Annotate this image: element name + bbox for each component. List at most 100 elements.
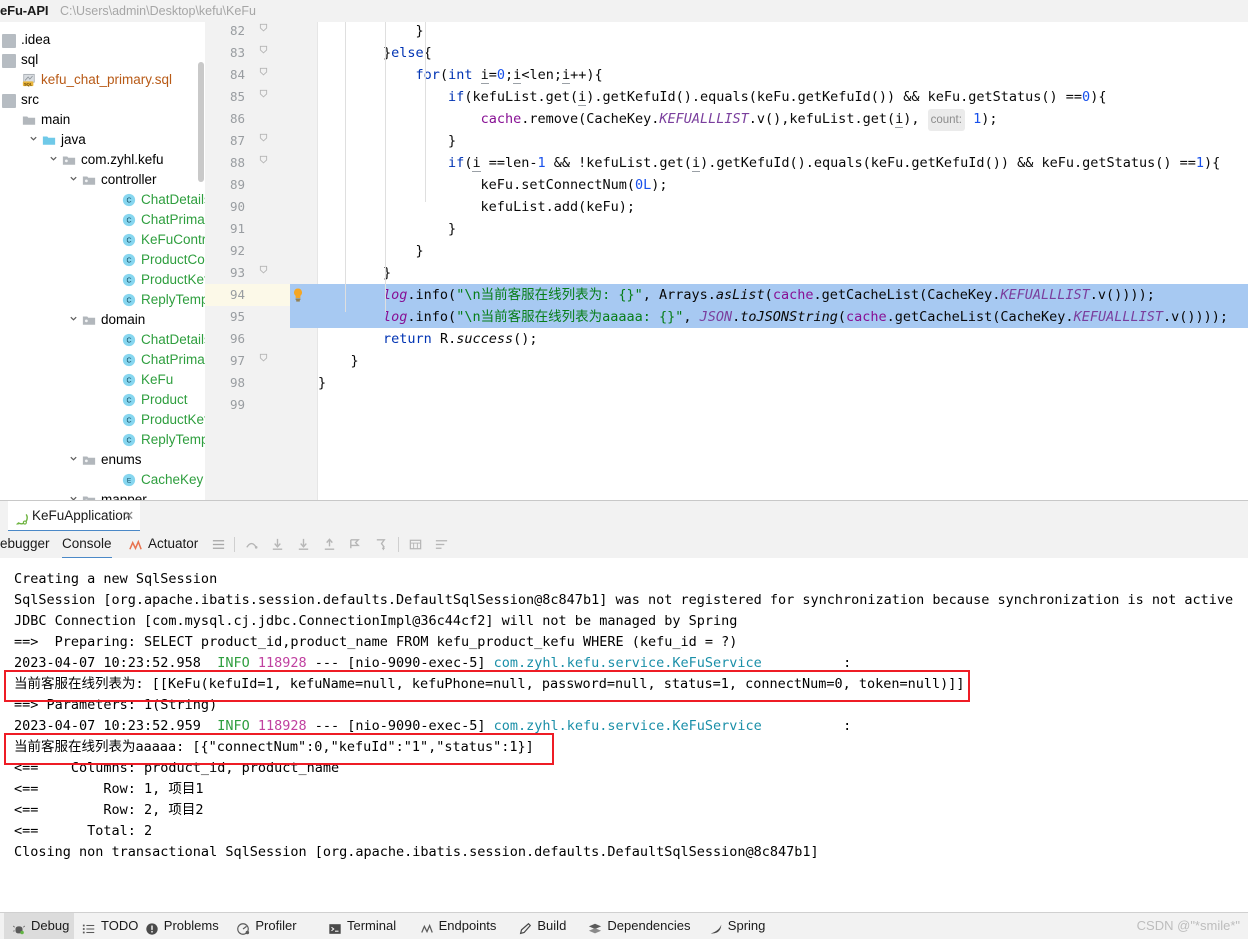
status-bar-item-todo[interactable]: TODO [74, 913, 139, 939]
tree-item-com-zyhl-kefu[interactable]: com.zyhl.kefu [0, 150, 205, 170]
tree-item-controller[interactable]: controller [0, 170, 205, 190]
svg-text:C: C [126, 378, 131, 385]
tree-item-main[interactable]: main [0, 110, 205, 130]
step-into-icon[interactable] [270, 537, 285, 552]
tree-item-productcontroller[interactable]: C ProductController [0, 250, 205, 270]
code-line[interactable]: keFu.setConnectNum(0L); [318, 174, 668, 196]
tree-item-productkefu[interactable]: C ProductKefu [0, 410, 205, 430]
tree-item-kefu-chat-primary-sql[interactable]: SQL kefu_chat_primary.sql [0, 70, 205, 90]
tree-item-kefu[interactable]: C KeFu [0, 370, 205, 390]
tree-item-chatdetailscontroller[interactable]: C ChatDetailsController [0, 190, 205, 210]
code-line[interactable]: kefuList.add(keFu); [318, 196, 635, 218]
chevron-down-icon[interactable] [68, 310, 79, 330]
code-line[interactable]: log.info("\n当前客服在线列表为: {}", Arrays.asLis… [318, 284, 1155, 306]
toolbar-separator-2 [398, 537, 399, 552]
fold-marker-icon[interactable] [257, 262, 269, 284]
project-tree[interactable]: mapper E CacheKey enums C ReplyTemplate C Produ… [0, 22, 205, 500]
fold-marker-icon[interactable] [257, 22, 269, 42]
class-icon: C [122, 233, 136, 247]
code-line[interactable]: } [318, 218, 456, 240]
tree-item-replytemplate[interactable]: C ReplyTemplate [0, 430, 205, 450]
chevron-down-icon[interactable] [68, 490, 79, 500]
fold-marker-icon[interactable] [257, 130, 269, 152]
chevron-down-icon[interactable] [68, 170, 79, 190]
code-line[interactable]: log.info("\n当前客服在线列表为aaaaa: {}", JSON.to… [318, 306, 1228, 328]
tree-item-label: ProductKefuController [141, 272, 205, 287]
status-bar-item-debug[interactable]: Debug [4, 913, 74, 939]
close-icon[interactable]: ✕ [123, 501, 134, 530]
tree-item-product[interactable]: C Product [0, 390, 205, 410]
status-bar-item-profiler[interactable]: Profiler [228, 913, 320, 939]
force-step-into-icon[interactable] [296, 537, 311, 552]
debug-icon [12, 919, 26, 935]
chevron-down-icon[interactable] [48, 150, 59, 170]
code-line[interactable]: if(kefuList.get(i).getKefuId().equals(ke… [318, 86, 1106, 108]
drop-frame-icon[interactable] [374, 537, 389, 552]
status-bar-item-dependencies[interactable]: Dependencies [580, 913, 700, 939]
indent-guide [385, 22, 386, 312]
tree-item-domain[interactable]: domain [0, 310, 205, 330]
tree-item-chatprimary[interactable]: C ChatPrimary [0, 350, 205, 370]
fold-marker-icon[interactable] [257, 152, 269, 174]
fold-marker-icon[interactable] [257, 42, 269, 64]
tree-item-label: src [21, 92, 39, 107]
run-tab-kefuapplication[interactable]: KeFuApplication ✕ [8, 501, 141, 532]
menu-icon[interactable] [211, 537, 226, 552]
code-line[interactable]: } [318, 262, 391, 284]
tree-item-cachekey[interactable]: E CacheKey [0, 470, 205, 490]
tree-item-enums[interactable]: enums [0, 450, 205, 470]
status-bar-item-terminal[interactable]: Terminal [320, 913, 412, 939]
code-line[interactable]: }else{ [318, 42, 432, 64]
tree-item-src[interactable]: src [0, 90, 205, 110]
fold-marker-icon[interactable] [257, 86, 269, 108]
status-bar-item-label: TODO [101, 918, 139, 933]
chevron-down-icon[interactable] [68, 450, 79, 470]
tree-item-sql[interactable]: sql [0, 50, 205, 70]
fold-marker-icon[interactable] [257, 64, 269, 86]
tree-item-replytemplatecontroller[interactable]: C ReplyTemplateController [0, 290, 205, 310]
status-bar-item-endpoints[interactable]: Endpoints [412, 913, 511, 939]
tree-item-kefucontroller[interactable]: C KeFuController [0, 230, 205, 250]
tree-item-mapper[interactable]: mapper [0, 490, 205, 500]
tree-item-chatprimarycontroller[interactable]: C ChatPrimaryController [0, 210, 205, 230]
tree-item-label: ChatDetailsController [141, 192, 205, 207]
run-to-cursor-icon[interactable] [348, 537, 363, 552]
intention-bulb-icon[interactable] [290, 287, 306, 303]
tab-console[interactable]: Console [62, 531, 112, 559]
class-icon: C [122, 193, 136, 207]
tab-debugger[interactable]: ebugger [0, 531, 50, 557]
fold-marker-icon[interactable] [257, 350, 269, 372]
line-number: 96 [229, 331, 245, 346]
tree-item-chatdetails[interactable]: C ChatDetails [0, 330, 205, 350]
settings-icon[interactable] [434, 537, 449, 552]
code-line[interactable]: } [318, 130, 456, 152]
tab-actuator[interactable]: Actuator [128, 531, 198, 557]
package-icon [82, 313, 96, 327]
tree-scrollbar[interactable] [198, 62, 204, 182]
code-line[interactable]: return R.success(); [318, 328, 537, 350]
spring-boot-icon [14, 508, 29, 525]
chevron-down-icon[interactable] [28, 130, 39, 150]
step-out-icon[interactable] [322, 537, 337, 552]
status-bar-item-problems[interactable]: Problems [137, 913, 229, 939]
code-editor[interactable]: 82 } 83 }else{84 for(int i=0;i<len;i++){8… [205, 22, 1248, 500]
step-over-icon[interactable] [244, 537, 259, 552]
evaluate-expression-icon[interactable] [408, 537, 423, 552]
status-bar-item-spring[interactable]: Spring [701, 913, 778, 939]
code-line[interactable]: for(int i=0;i<len;i++){ [318, 64, 603, 86]
line-number: 95 [229, 309, 245, 324]
tree-item--idea[interactable]: .idea [0, 30, 205, 50]
console-output[interactable]: Creating a new SqlSession SqlSession [org… [0, 558, 1248, 910]
status-bar-item-build[interactable]: Build [510, 913, 580, 939]
tree-item-productkefucontroller[interactable]: C ProductKefuController [0, 270, 205, 290]
tree-item-java[interactable]: java [0, 130, 205, 150]
console-line: <== Row: 2, 项目2 [14, 800, 204, 821]
code-line[interactable]: if(i ==len-1 && !kefuList.get(i).getKefu… [318, 152, 1220, 174]
code-line[interactable]: cache.remove(CacheKey.KEFUALLLIST.v(),ke… [318, 108, 998, 131]
code-line[interactable]: } [318, 240, 424, 262]
code-line[interactable]: } [318, 372, 326, 394]
line-number: 93 [229, 265, 245, 280]
build-icon [518, 919, 532, 935]
code-line[interactable]: } [318, 22, 424, 42]
code-line[interactable]: } [318, 350, 359, 372]
